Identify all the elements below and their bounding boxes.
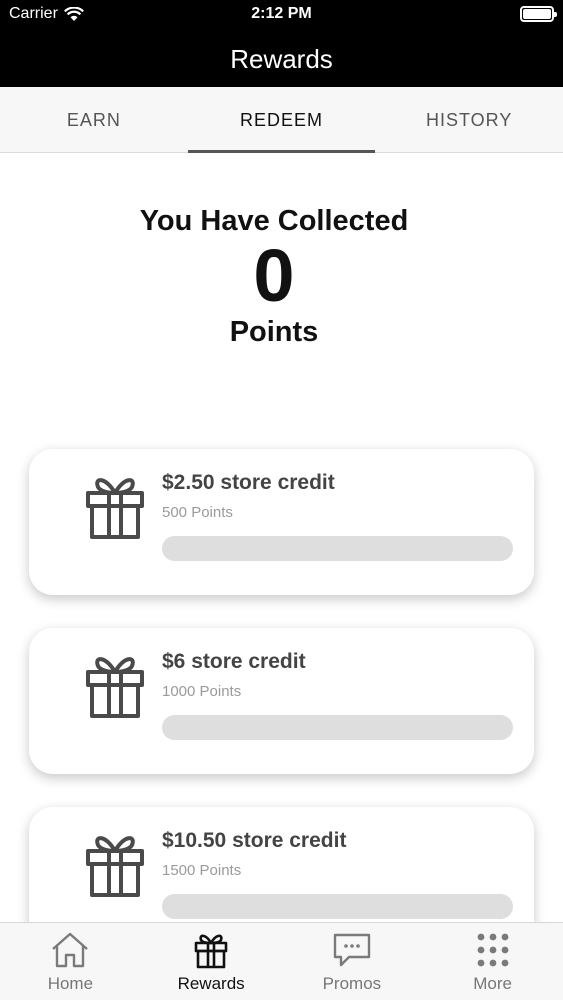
points-value: 0 [253, 234, 295, 317]
grid-dots-icon [477, 933, 509, 967]
reward-title: $2.50 store credit [162, 471, 335, 494]
chat-bubble-icon [333, 933, 371, 967]
reward-list: $2.50 store credit 500 Points $6 store c… [29, 449, 534, 986]
tabbar-label-rewards: Rewards [177, 974, 245, 993]
battery-icon [520, 6, 557, 22]
home-icon [52, 932, 89, 968]
reward-title: $6 store credit [162, 650, 306, 673]
reward-title: $10.50 store credit [162, 829, 347, 852]
tabbar-label-promos: Promos [322, 974, 382, 993]
reward-card[interactable]: $2.50 store credit 500 Points [29, 449, 534, 595]
reward-points: 500 Points [162, 504, 233, 521]
status-time: 2:12 PM [251, 5, 312, 22]
tab-history[interactable]: HISTORY [375, 87, 563, 152]
tab-redeem[interactable]: REDEEM [187, 87, 376, 153]
tabbar-item-rewards[interactable]: Rewards [141, 923, 282, 1000]
status-bar: Carrier 2:12 PM [0, 0, 563, 30]
reward-progress-bar [162, 715, 513, 740]
nav-bar: Rewards [0, 30, 563, 87]
gift-icon [86, 478, 144, 539]
points-summary: You Have Collected 0 Points [0, 205, 548, 349]
gift-icon [194, 934, 228, 969]
tabbar-label-home: Home [47, 974, 94, 993]
tabbar-label-more: More [473, 974, 512, 993]
nav-title: Rewards [230, 44, 333, 74]
reward-progress-bar [162, 894, 513, 919]
reward-card[interactable]: $6 store credit 1000 Points [29, 628, 534, 774]
tab-earn[interactable]: EARN [0, 87, 188, 152]
reward-points: 1000 Points [162, 683, 242, 700]
tabbar-item-more[interactable]: More [422, 923, 563, 1000]
tabbar-item-home[interactable]: Home [0, 923, 141, 1000]
bottom-tab-bar: Home Rewards Promos More [0, 922, 563, 1000]
reward-progress-bar [162, 536, 513, 561]
points-unit: Points [229, 316, 319, 348]
rewards-tabs: EARN REDEEM HISTORY [0, 87, 563, 153]
gift-icon [86, 657, 144, 718]
tabbar-item-promos[interactable]: Promos [282, 923, 423, 1000]
gift-icon [86, 836, 144, 897]
reward-points: 1500 Points [162, 862, 242, 879]
